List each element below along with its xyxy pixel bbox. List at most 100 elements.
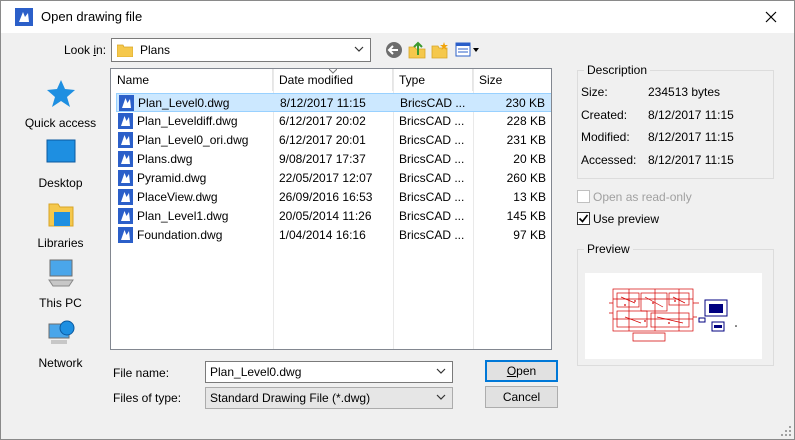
file-row[interactable]: Plan_Level1.dwg 20/05/2014 11:26 BricsCAD … [116, 207, 551, 226]
file-date: 20/05/2014 11:26 [279, 209, 372, 223]
size-value: 234513 bytes [648, 85, 721, 99]
drawing-thumbnail-image [609, 288, 737, 342]
place-this-pc[interactable]: This PC [13, 258, 108, 313]
dwg-file-icon [118, 132, 133, 148]
file-type: BricsCAD ... [399, 228, 465, 242]
folder-icon [117, 44, 133, 57]
cancel-button[interactable]: Cancel [485, 386, 558, 408]
description-group: Description Size: 234513 bytes Created: … [577, 63, 774, 179]
dwg-file-icon [118, 170, 133, 186]
use-preview-label: Use preview [593, 212, 660, 226]
file-date: 6/12/2017 20:02 [279, 114, 366, 128]
file-date: 8/12/2017 11:15 [280, 96, 366, 110]
place-label: Libraries [37, 236, 84, 250]
file-name: Plan_Leveldiff.dwg [137, 114, 238, 128]
modified-label: Modified: [581, 130, 630, 144]
file-size: 20 KB [513, 152, 546, 166]
libraries-icon [48, 203, 74, 227]
sort-indicator-icon [329, 69, 337, 74]
file-name: PlaceView.dwg [137, 190, 218, 204]
drawing-preview [585, 273, 762, 359]
dwg-file-icon [118, 227, 133, 243]
file-row[interactable]: Plan_Level0.dwg 8/12/2017 11:15 BricsCAD .… [116, 93, 551, 112]
place-quick-access[interactable]: Quick access [13, 78, 108, 133]
preview-title: Preview [584, 242, 633, 256]
place-label: This PC [39, 296, 82, 310]
size-row: Size: 234513 bytes [581, 85, 720, 99]
lookin-label: Look in: [64, 43, 107, 57]
view-menu-icon[interactable] [455, 41, 481, 59]
preview-group: Preview [577, 242, 774, 366]
file-type: BricsCAD ... [399, 152, 465, 166]
computer-icon [48, 259, 74, 287]
file-size: 231 KB [506, 133, 546, 147]
place-desktop[interactable]: Desktop [13, 138, 108, 193]
file-date: 22/05/2017 12:07 [279, 171, 373, 185]
created-label: Created: [581, 108, 628, 122]
chevron-down-icon [436, 394, 446, 400]
file-size: 97 KB [513, 228, 546, 242]
file-type: BricsCAD ... [399, 209, 465, 223]
bricscad-logo-icon [15, 8, 33, 26]
readonly-checkbox[interactable] [577, 190, 590, 203]
accessed-value: 8/12/2017 11:15 [648, 153, 734, 167]
place-network[interactable]: Network [13, 318, 108, 373]
readonly-label: Open as read-only [593, 190, 692, 204]
file-row[interactable]: Plan_Level0_ori.dwg 6/12/2017 20:01 BricsC… [116, 131, 551, 150]
file-size: 230 KB [505, 96, 545, 110]
file-row[interactable]: PlaceView.dwg 26/09/2016 16:53 BricsCAD ..… [116, 188, 551, 207]
filename-input[interactable]: Plan_Level0.dwg [205, 361, 453, 383]
file-date: 1/04/2014 16:16 [279, 228, 366, 242]
file-size: 228 KB [506, 114, 546, 128]
file-size: 260 KB [506, 171, 546, 185]
window-title: Open drawing file [41, 9, 143, 24]
lookin-dropdown[interactable]: Plans [111, 38, 371, 62]
file-size: 13 KB [513, 190, 546, 204]
column-header-type[interactable]: Type [393, 69, 473, 91]
place-label: Network [38, 356, 83, 370]
chevron-down-icon[interactable] [436, 366, 446, 376]
column-header-size[interactable]: Size [473, 69, 551, 91]
use-preview-checkbox[interactable] [577, 212, 590, 225]
modified-row: Modified: 8/12/2017 11:15 [581, 130, 734, 144]
file-row[interactable]: Foundation.dwg 1/04/2014 16:16 BricsCAD ..… [116, 226, 551, 245]
filetype-dropdown[interactable]: Standard Drawing File (*.dwg) [205, 387, 453, 409]
created-row: Created: 8/12/2017 11:15 [581, 108, 734, 122]
filetype-label: Files of type: [113, 391, 182, 405]
dwg-file-icon [119, 95, 134, 111]
dwg-file-icon [118, 151, 133, 167]
file-date: 26/09/2016 16:53 [279, 190, 373, 204]
file-name: Plan_Level0_ori.dwg [137, 133, 249, 147]
dwg-file-icon [118, 113, 133, 129]
modified-value: 8/12/2017 11:15 [648, 130, 734, 144]
open-button[interactable]: Open [485, 360, 558, 382]
close-icon [765, 11, 777, 23]
accessed-row: Accessed: 8/12/2017 11:15 [581, 153, 734, 167]
back-arrow-icon[interactable] [385, 41, 403, 59]
open-drawing-dialog: Open drawing file Look in: Plans Quick a… [0, 0, 795, 440]
close-button[interactable] [748, 1, 794, 33]
size-label: Size: [581, 85, 608, 99]
description-title: Description [584, 63, 651, 77]
file-type: BricsCAD ... [399, 133, 465, 147]
file-type: BricsCAD ... [399, 190, 465, 204]
resize-grip-icon[interactable] [781, 426, 791, 436]
up-folder-icon[interactable] [408, 41, 426, 59]
file-type: BricsCAD ... [399, 171, 465, 185]
file-row[interactable]: Pyramid.dwg 22/05/2017 12:07 BricsCAD ... 2… [116, 169, 551, 188]
place-libraries[interactable]: Libraries [13, 198, 108, 253]
column-header-name[interactable]: Name [111, 69, 273, 91]
file-name: Foundation.dwg [137, 228, 223, 242]
file-row[interactable]: Plans.dwg 9/08/2017 17:37 BricsCAD ... 20 K… [116, 150, 551, 169]
title-bar[interactable]: Open drawing file [1, 1, 794, 33]
filename-label: File name: [113, 366, 170, 380]
file-name: Pyramid.dwg [137, 171, 207, 185]
filename-value: Plan_Level0.dwg [210, 365, 302, 379]
file-list[interactable]: Name Date modified Type Size Plan_Level0… [110, 68, 552, 350]
file-date: 6/12/2017 20:01 [279, 133, 366, 147]
new-folder-icon[interactable] [431, 41, 449, 59]
dwg-file-icon [118, 189, 133, 205]
file-size: 145 KB [506, 209, 546, 223]
file-row[interactable]: Plan_Leveldiff.dwg 6/12/2017 20:02 BricsCA… [116, 112, 551, 131]
file-name: Plans.dwg [137, 152, 193, 166]
